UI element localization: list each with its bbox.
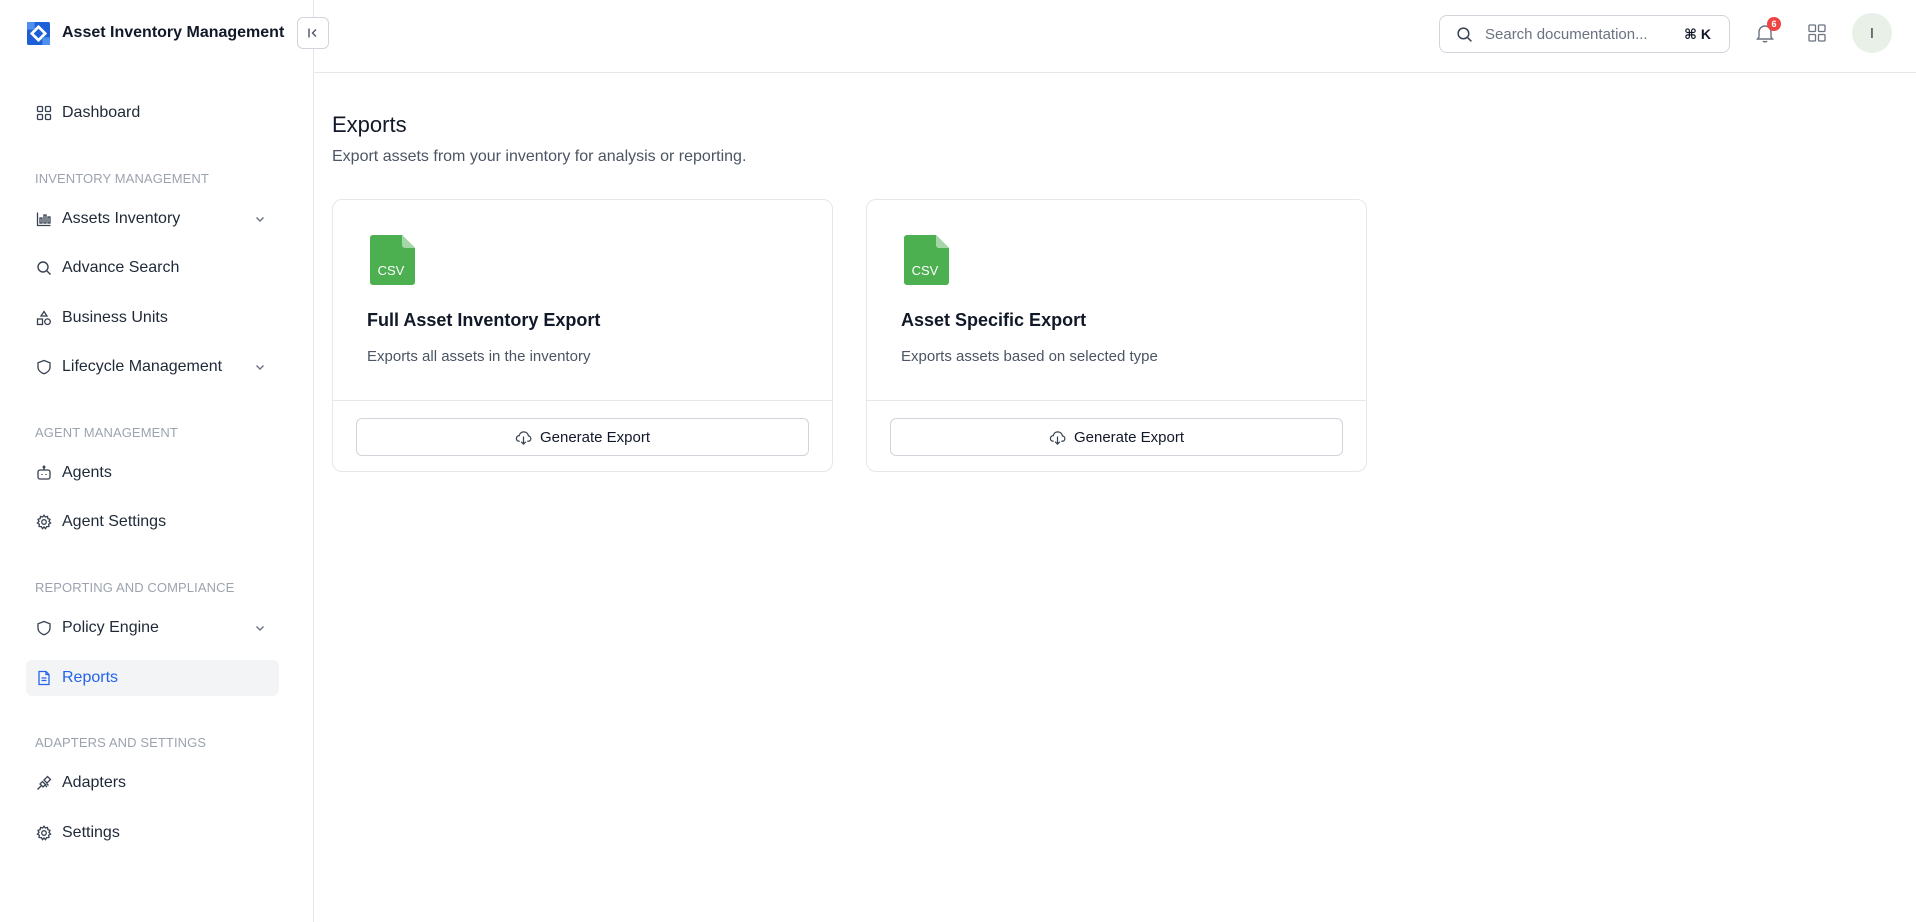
page-subtitle: Export assets from your inventory for an… bbox=[332, 148, 747, 165]
apps-grid-icon[interactable] bbox=[1807, 23, 1827, 43]
sidebar-item-dashboard[interactable]: Dashboard bbox=[26, 95, 279, 131]
keyboard-shortcut: ⌘ K bbox=[1684, 26, 1711, 42]
card-title: Full Asset Inventory Export bbox=[367, 310, 601, 330]
sidebar-item-label: Settings bbox=[62, 824, 120, 841]
sidebar-item-label: Adapters bbox=[62, 774, 127, 791]
gear-icon bbox=[35, 825, 52, 842]
collapse-sidebar-button[interactable] bbox=[297, 17, 329, 49]
csv-file-icon: CSV bbox=[904, 235, 949, 285]
chevron-down-icon[interactable] bbox=[253, 360, 267, 374]
sidebar-item-label: Lifecycle Management bbox=[62, 358, 223, 375]
plug-icon bbox=[35, 775, 52, 792]
search-icon bbox=[1457, 26, 1472, 42]
cloud-download-icon bbox=[1049, 430, 1066, 445]
sidebar-item-label: Policy Engine bbox=[62, 619, 159, 636]
generate-export-button[interactable]: Generate Export bbox=[890, 418, 1343, 456]
collapse-left-icon bbox=[308, 28, 317, 38]
csv-file-icon: CSV bbox=[370, 235, 415, 285]
sidebar-item-adapters[interactable]: Adapters bbox=[26, 765, 279, 801]
sidebar-item-advance-search[interactable]: Advance Search bbox=[26, 250, 279, 286]
section-label-inventory: INVENTORY MANAGEMENT bbox=[35, 171, 209, 186]
gear-icon bbox=[35, 514, 52, 531]
notification-badge: 6 bbox=[1767, 17, 1781, 31]
card-divider bbox=[333, 400, 832, 401]
avatar[interactable]: I bbox=[1852, 13, 1892, 53]
search-input[interactable]: Search documentation... ⌘ K bbox=[1439, 15, 1730, 53]
document-icon bbox=[35, 670, 52, 687]
brand-logo-icon bbox=[27, 21, 50, 45]
sidebar-item-label: Business Units bbox=[62, 309, 168, 326]
card-description: Exports assets based on selected type bbox=[901, 348, 1158, 365]
card-divider bbox=[867, 400, 1366, 401]
csv-label: CSV bbox=[912, 263, 939, 278]
search-placeholder: Search documentation... bbox=[1485, 25, 1648, 43]
bar-chart-icon bbox=[35, 211, 52, 228]
sidebar-item-agents[interactable]: Agents bbox=[26, 455, 279, 491]
bot-icon bbox=[35, 465, 52, 482]
section-label-reporting: REPORTING AND COMPLIANCE bbox=[35, 580, 235, 595]
sidebar-item-settings[interactable]: Settings bbox=[26, 815, 279, 851]
brand[interactable]: Asset Inventory Management bbox=[27, 20, 284, 46]
card-description: Exports all assets in the inventory bbox=[367, 348, 591, 365]
chevron-down-icon[interactable] bbox=[253, 212, 267, 226]
grid-icon bbox=[35, 105, 52, 122]
button-label: Generate Export bbox=[539, 428, 651, 446]
section-label-agent: AGENT MANAGEMENT bbox=[35, 425, 178, 440]
sidebar-item-business-units[interactable]: Business Units bbox=[26, 300, 279, 336]
button-label: Generate Export bbox=[1073, 428, 1185, 446]
page-title: Exports bbox=[332, 112, 407, 137]
section-label-adapters: ADAPTERS AND SETTINGS bbox=[35, 735, 207, 750]
brand-name: Asset Inventory Management bbox=[62, 24, 285, 41]
csv-label: CSV bbox=[378, 263, 405, 278]
sidebar-item-assets-inventory[interactable]: Assets Inventory bbox=[26, 201, 279, 237]
search-icon bbox=[35, 260, 52, 277]
sidebar-item-reports[interactable]: Reports bbox=[26, 660, 279, 696]
generate-export-button[interactable]: Generate Export bbox=[356, 418, 809, 456]
sidebar-item-label: Dashboard bbox=[62, 104, 141, 121]
sidebar-item-agent-settings[interactable]: Agent Settings bbox=[26, 504, 279, 540]
shield-icon bbox=[35, 620, 52, 637]
sidebar-item-label: Advance Search bbox=[62, 259, 180, 276]
sidebar: Asset Inventory Management Dashboard INV… bbox=[0, 0, 314, 922]
card-title: Asset Specific Export bbox=[901, 310, 1087, 330]
chevron-down-icon[interactable] bbox=[253, 621, 267, 635]
sidebar-item-label: Agent Settings bbox=[62, 513, 167, 530]
sidebar-item-label: Reports bbox=[62, 669, 119, 686]
sidebar-item-label: Agents bbox=[62, 464, 112, 481]
shield-icon bbox=[35, 359, 52, 376]
export-card-specific: CSV Asset Specific Export Exports assets… bbox=[866, 199, 1367, 472]
sidebar-item-policy-engine[interactable]: Policy Engine bbox=[26, 610, 279, 646]
cloud-download-icon bbox=[515, 430, 532, 445]
sidebar-item-lifecycle-management[interactable]: Lifecycle Management bbox=[26, 349, 279, 385]
export-card-full: CSV Full Asset Inventory Export Exports … bbox=[332, 199, 833, 472]
sidebar-item-label: Assets Inventory bbox=[62, 210, 181, 227]
shapes-icon bbox=[35, 310, 52, 327]
